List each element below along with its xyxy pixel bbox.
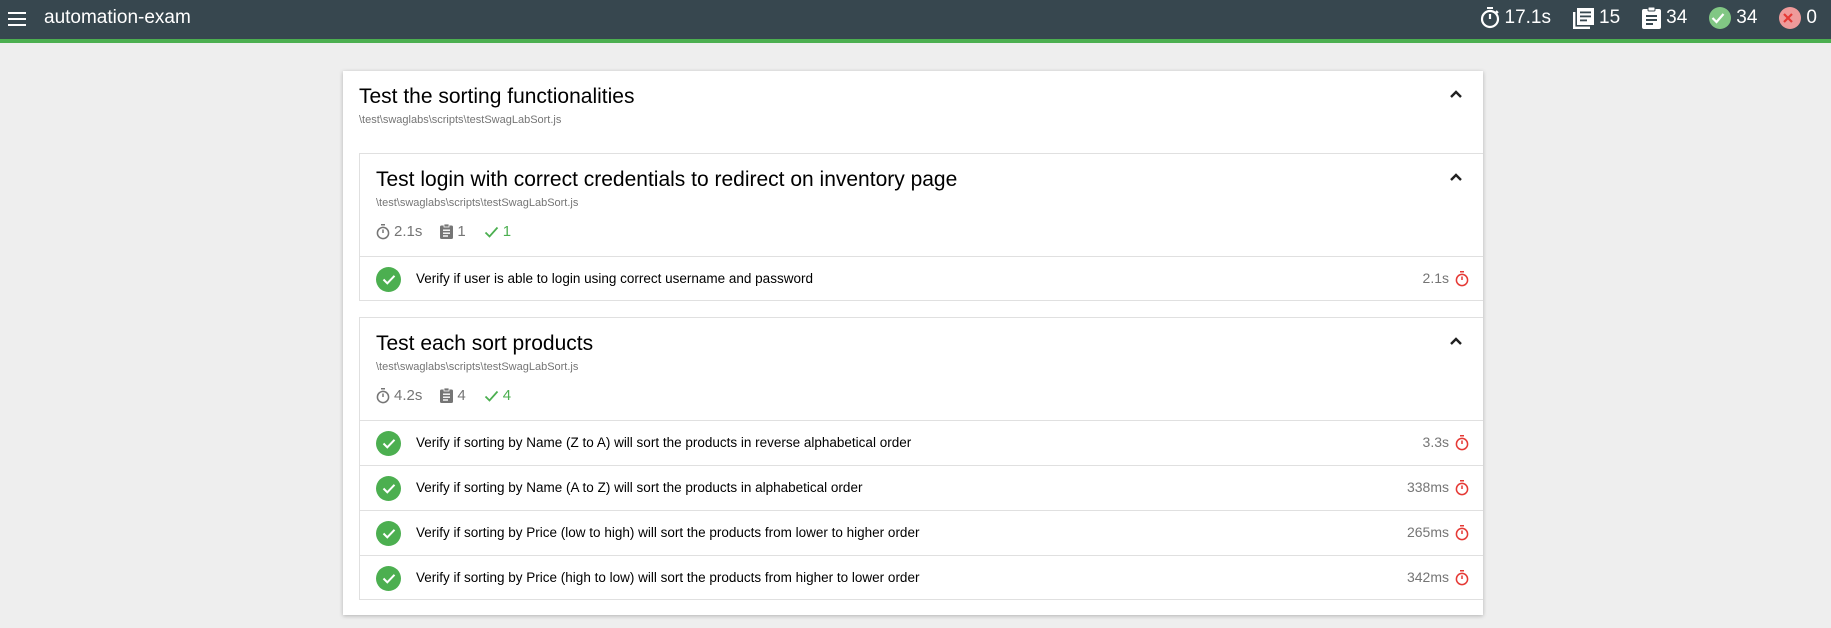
subsuite-duration-value: 2.1s [394, 223, 423, 240]
subsuite-tests-value: 4 [457, 387, 466, 404]
subsuite-duration: 4.2s [376, 387, 422, 404]
subsuite-spacer [343, 301, 1483, 317]
stat-duration-value: 17.1s [1504, 7, 1551, 28]
clipboard-icon [440, 388, 454, 403]
stat-duration[interactable]: 17.1s [1480, 7, 1551, 29]
chevron-up-icon [1450, 337, 1462, 345]
check-circle-icon [376, 566, 401, 591]
subsuite-collapse-button[interactable] [1447, 170, 1465, 184]
test-row[interactable]: Verify if sorting by Name (Z to A) will … [360, 420, 1483, 465]
test-title: Verify if user is able to login using co… [416, 271, 813, 286]
cancel-circle-icon [1779, 7, 1802, 29]
test-duration: 2.1s [1422, 270, 1449, 286]
test-row[interactable]: Verify if user is able to login using co… [360, 256, 1483, 301]
subsuite-title: Test login with correct credentials to r… [376, 168, 958, 191]
library-books-icon [1573, 7, 1594, 29]
suite-card: Test the sorting functionalities \test\s… [343, 71, 1483, 615]
subsuite-tests: 1 [440, 223, 466, 240]
stat-suites-value: 15 [1599, 7, 1621, 28]
chevron-up-icon [1450, 90, 1462, 98]
stopwatch-icon [376, 387, 390, 403]
test-row[interactable]: Verify if sorting by Name (A to Z) will … [360, 465, 1483, 510]
clipboard-icon [440, 224, 454, 239]
suite-title: Test the sorting functionalities [359, 85, 635, 108]
subsuite-header: Test login with correct credentials to r… [360, 154, 1483, 256]
stopwatch-icon [1480, 7, 1499, 29]
suite-file-path: \test\swaglabs\scripts\testSwagLabSort.j… [359, 114, 562, 126]
suite-collapse-button[interactable] [1447, 87, 1465, 101]
hamburger-menu-icon [8, 12, 26, 14]
subsuite-file-path: \test\swaglabs\scripts\testSwagLabSort.j… [376, 361, 579, 373]
stopwatch-icon [376, 223, 390, 239]
subsuite-file-path: \test\swaglabs\scripts\testSwagLabSort.j… [376, 197, 579, 209]
subsuite-duration-value: 4.2s [394, 387, 423, 404]
suite-header: Test the sorting functionalities \test\s… [343, 71, 1483, 153]
subsuite-passes: 1 [484, 223, 511, 240]
hamburger-menu-icon-bar [8, 24, 26, 26]
stat-tests-value: 34 [1666, 7, 1688, 28]
subsuite-passes-value: 4 [502, 387, 512, 404]
test-duration: 338ms [1406, 479, 1449, 495]
stat-failures-value: 0 [1806, 7, 1817, 28]
subsuite-stats: 4.2s 4 4 [376, 387, 1467, 404]
subsuite-collapse-button[interactable] [1447, 334, 1465, 348]
test-title: Verify if sorting by Name (Z to A) will … [416, 435, 912, 450]
check-icon [484, 226, 498, 238]
check-circle-icon [376, 431, 401, 456]
subsuite-title: Test each sort products [376, 332, 594, 355]
stat-suites[interactable]: 15 [1573, 7, 1620, 29]
check-circle-icon [376, 476, 401, 501]
test-title: Verify if sorting by Price (high to low)… [416, 570, 920, 585]
stopwatch-icon [1455, 435, 1469, 451]
subsuite-passes-value: 1 [502, 223, 512, 240]
subsuite-duration: 2.1s [376, 223, 422, 240]
check-circle-icon [376, 267, 401, 292]
test-title: Verify if sorting by Name (A to Z) will … [416, 480, 863, 495]
stat-tests[interactable]: 34 [1642, 7, 1687, 29]
top-navbar: automation-exam 17.1s 15 34 34 0 [0, 0, 1831, 43]
test-row[interactable]: Verify if sorting by Price (high to low)… [360, 555, 1483, 600]
subsuite-login: Test login with correct credentials to r… [359, 153, 1483, 301]
subsuite-header: Test each sort products \test\swaglabs\s… [360, 318, 1483, 420]
check-circle-icon [1709, 7, 1732, 29]
stat-passes[interactable]: 34 [1709, 7, 1757, 29]
test-duration: 265ms [1406, 524, 1449, 540]
clipboard-icon [1642, 7, 1662, 29]
stopwatch-icon [1455, 271, 1469, 287]
hamburger-menu-icon-bar [8, 18, 26, 20]
subsuite-sort: Test each sort products \test\swaglabs\s… [359, 317, 1483, 600]
stat-failures[interactable]: 0 [1779, 7, 1817, 29]
subsuite-stats: 2.1s 1 1 [376, 223, 1467, 240]
test-duration: 3.3s [1422, 434, 1449, 450]
stopwatch-icon [1455, 525, 1469, 541]
stopwatch-icon [1455, 480, 1469, 496]
check-icon [484, 390, 498, 402]
stat-passes-value: 34 [1736, 7, 1758, 28]
hamburger-menu-button[interactable] [6, 8, 28, 30]
test-duration: 342ms [1406, 569, 1449, 585]
subsuite-tests: 4 [440, 387, 466, 404]
chevron-up-icon [1450, 173, 1462, 181]
check-circle-icon [376, 521, 401, 546]
test-title: Verify if sorting by Price (low to high)… [416, 525, 920, 540]
subsuite-tests-value: 1 [457, 223, 466, 240]
summary-stats: 17.1s 15 34 34 0 [1480, 0, 1831, 36]
report-title: automation-exam [44, 7, 191, 28]
stopwatch-icon [1455, 570, 1469, 586]
test-row[interactable]: Verify if sorting by Price (low to high)… [360, 510, 1483, 555]
subsuite-passes: 4 [484, 387, 511, 404]
